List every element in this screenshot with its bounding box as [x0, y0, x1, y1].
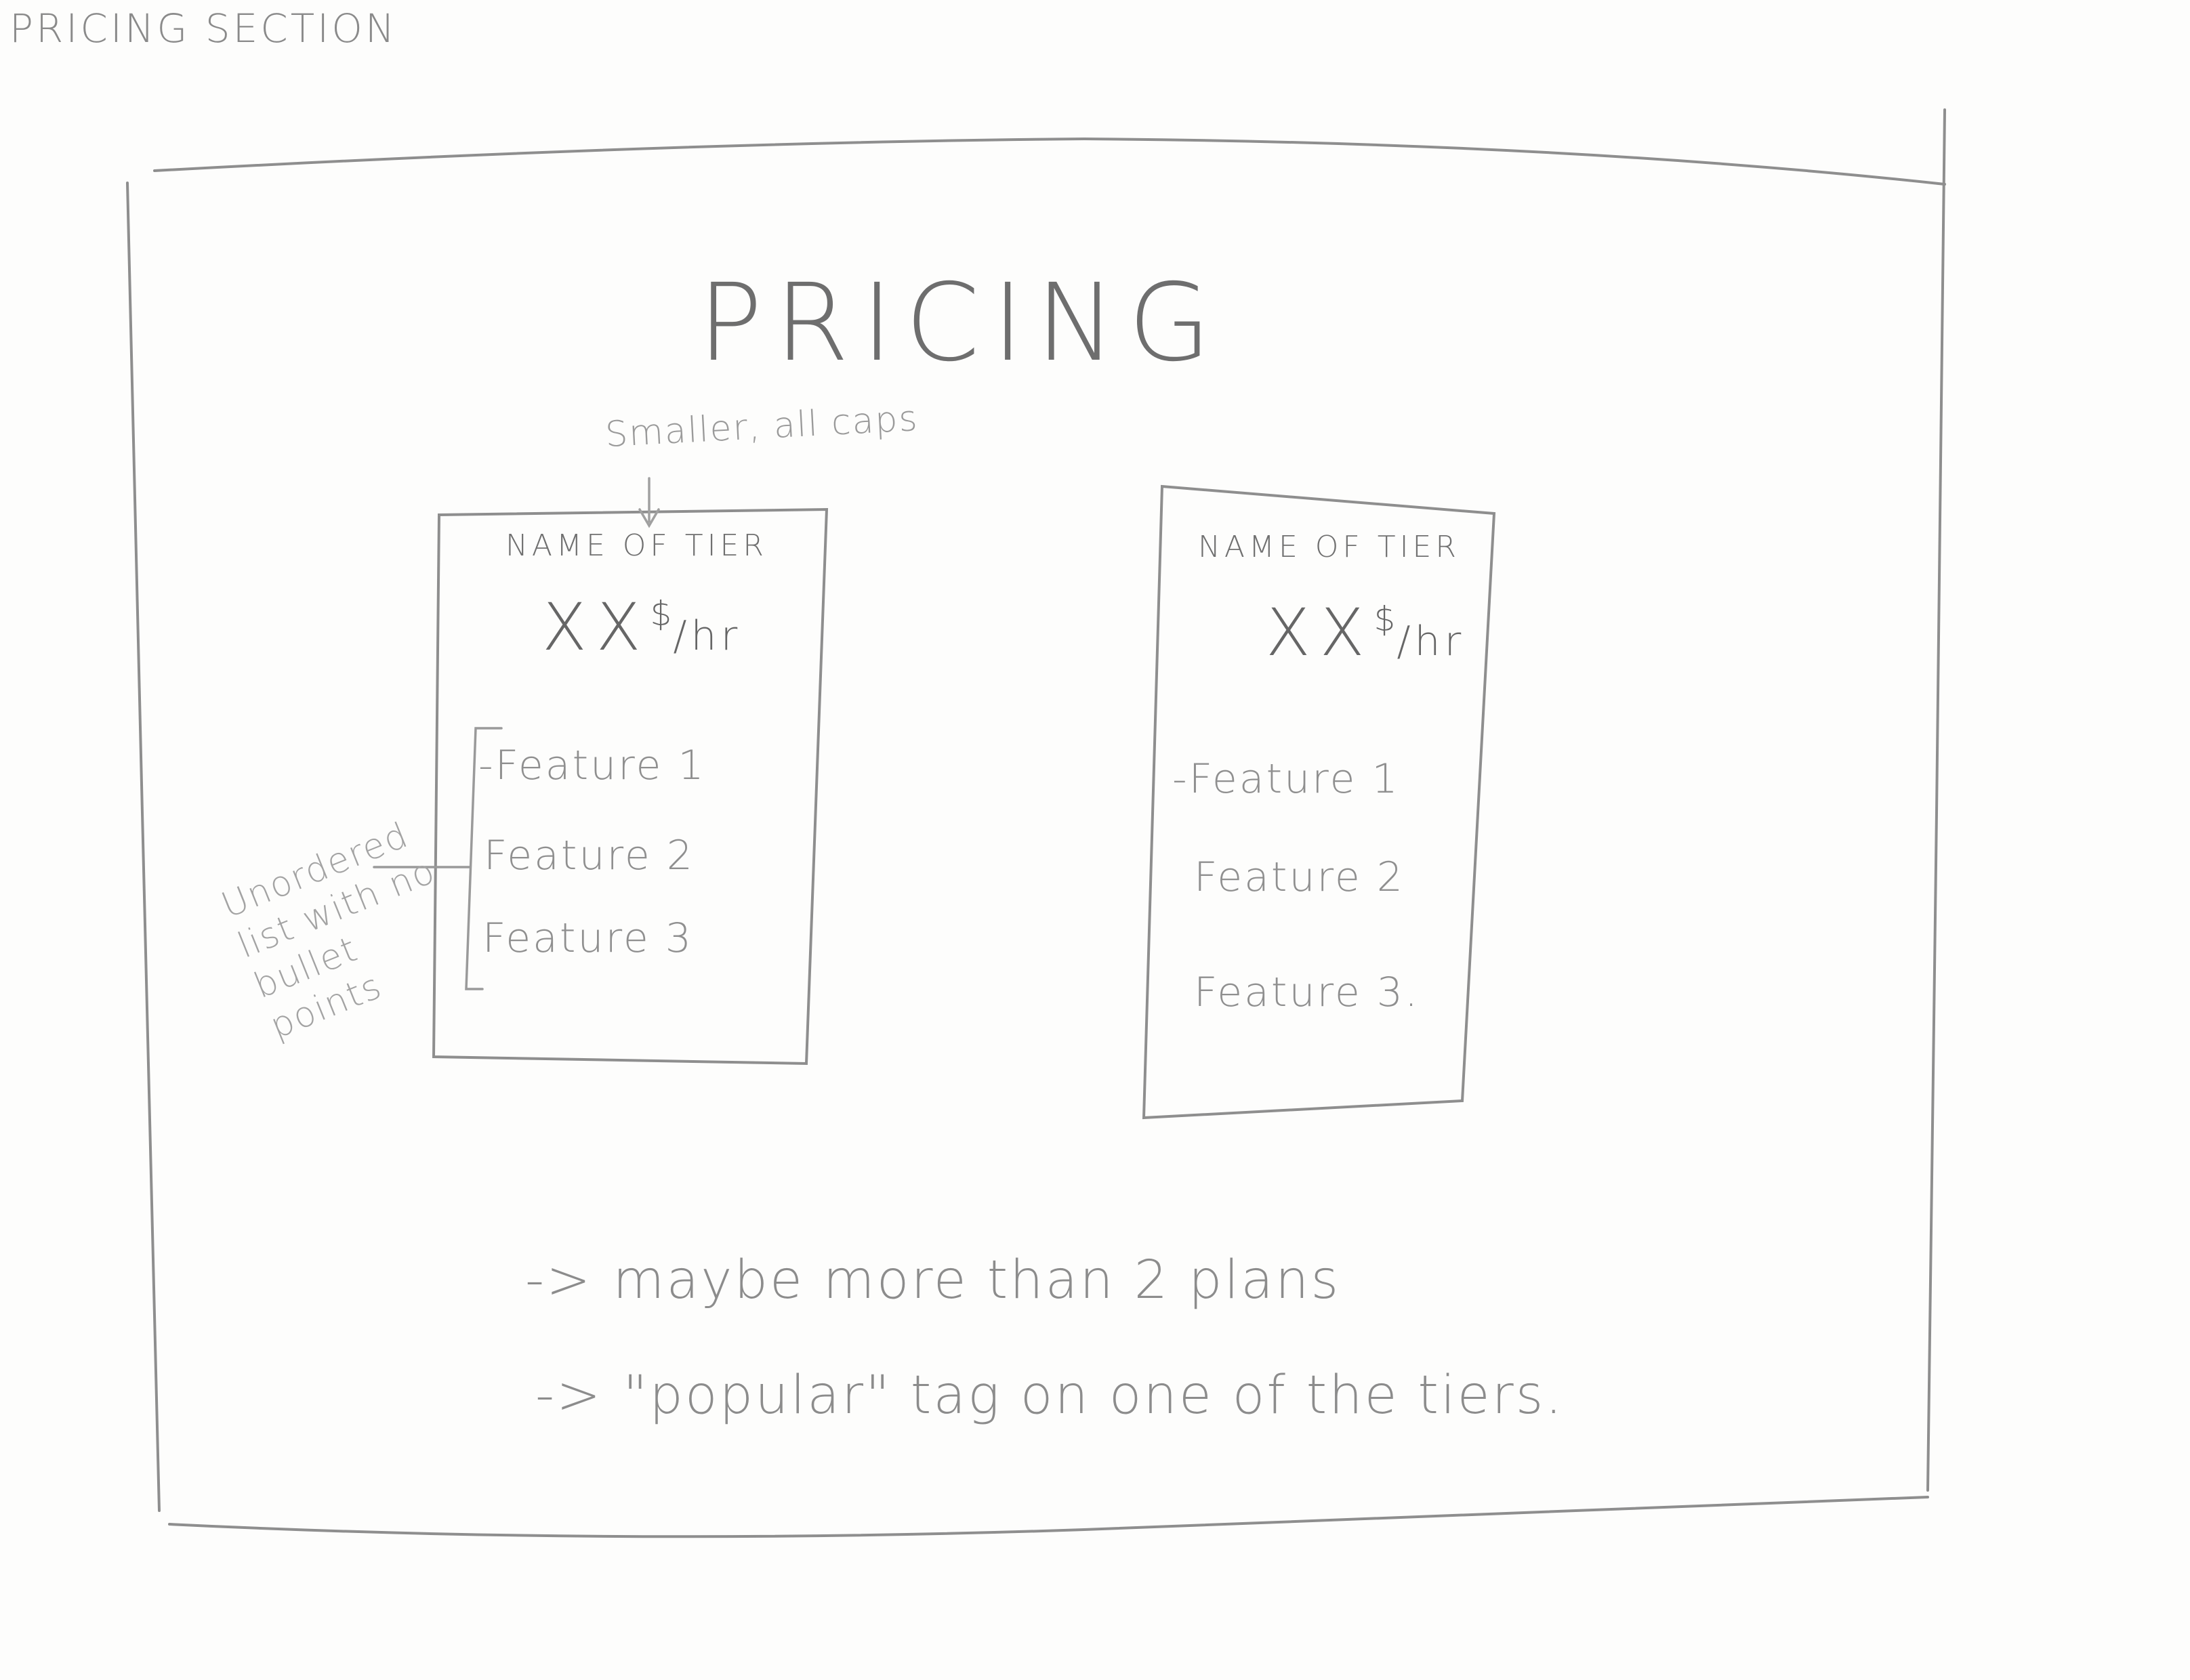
note-popular-tag: -> "popular" tag on one of the tiers. [535, 1365, 1564, 1426]
feature-item: Feature 3 [482, 915, 693, 962]
pricing-heading: PRICING [698, 261, 1224, 385]
feature-item: -Feature 1 [1172, 755, 1400, 803]
tier-name: NAME OF TIER [1198, 530, 1460, 564]
note-arrow-glyph: -> [525, 1250, 593, 1311]
tier-price: XX$/hr [1266, 595, 1465, 671]
note-text: "popular" tag on one of the tiers. [623, 1365, 1565, 1426]
tier-name: NAME OF TIER [505, 528, 768, 563]
price-amount: XX [542, 589, 650, 665]
feature-item: Feature 2 [1194, 854, 1405, 901]
feature-item: Feature 3. [1194, 969, 1420, 1016]
price-currency: $ [650, 594, 674, 633]
note-arrow [638, 477, 660, 528]
price-amount: XX [1266, 595, 1374, 671]
frame-right-edge [1926, 108, 1946, 1492]
feature-item: -Feature 1 [478, 742, 706, 789]
sketch-title: PRICING SECTION [9, 5, 398, 51]
sketch-lines [126, 108, 1946, 1538]
frame-left-edge [126, 182, 161, 1512]
feature-item: Feature 2 [484, 832, 695, 879]
note-text: maybe more than 2 plans [613, 1250, 1341, 1311]
frame-top-edge [153, 137, 1946, 186]
note-more-plans: -> maybe more than 2 plans [525, 1250, 1340, 1311]
note-arrow-glyph: -> [535, 1365, 603, 1426]
price-unit: /hr [673, 612, 742, 660]
frame-bottom-edge [168, 1496, 1929, 1538]
price-unit: /hr [1397, 618, 1466, 665]
tier-price: XX$/hr [542, 589, 741, 665]
price-currency: $ [1373, 600, 1397, 639]
